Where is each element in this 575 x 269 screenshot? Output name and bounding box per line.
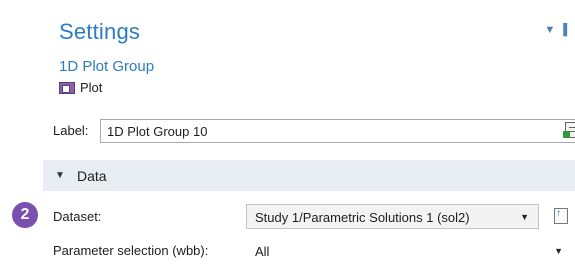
dataset-select[interactable]: Study 1/Parametric Solutions 1 (sol2) ▼ [246,204,539,229]
data-section-header[interactable]: ▼ Data [43,160,575,191]
green-arrow-icon [563,131,570,138]
chevron-down-icon: ▼ [520,212,529,222]
pin-icon[interactable]: ▌ [563,24,571,36]
plot-icon [59,81,75,94]
dataset-label: Dataset: [53,209,102,224]
label-row: Label: [53,119,575,143]
label-field-label: Label: [53,123,89,138]
go-to-source-button[interactable]: ↑ [551,206,571,226]
dataset-value: Study 1/Parametric Solutions 1 (sol2) [255,210,470,225]
dropdown-arrow-icon[interactable]: ▼ [544,24,555,36]
section-title: Data [77,167,107,184]
rename-node-button[interactable] [563,121,575,141]
chevron-down-icon: ▼ [554,246,563,256]
plot-button-label: Plot [80,80,103,95]
settings-title: Settings [59,19,141,44]
window-controls: ▼ ▌ [544,24,571,36]
parameter-selection-row: Parameter selection (wbb): All ▼ [53,237,575,265]
plot-button[interactable]: Plot [59,80,102,95]
parameter-selection-select[interactable]: All ▼ [246,238,573,263]
label-input[interactable] [100,119,575,143]
callout-badge: 2 [12,202,38,228]
parameter-selection-value: All [255,244,270,259]
parameter-selection-label: Parameter selection (wbb): [53,243,209,258]
arrow-up-icon: ↑ [556,208,561,219]
settings-panel: Settings ▼ ▌ 1D Plot Group Plot Label: ▼… [43,0,575,269]
node-type-subtitle: 1D Plot Group [59,58,155,75]
collapse-caret-icon[interactable]: ▼ [55,170,69,181]
dataset-row: Dataset: Study 1/Parametric Solutions 1 … [53,203,575,231]
